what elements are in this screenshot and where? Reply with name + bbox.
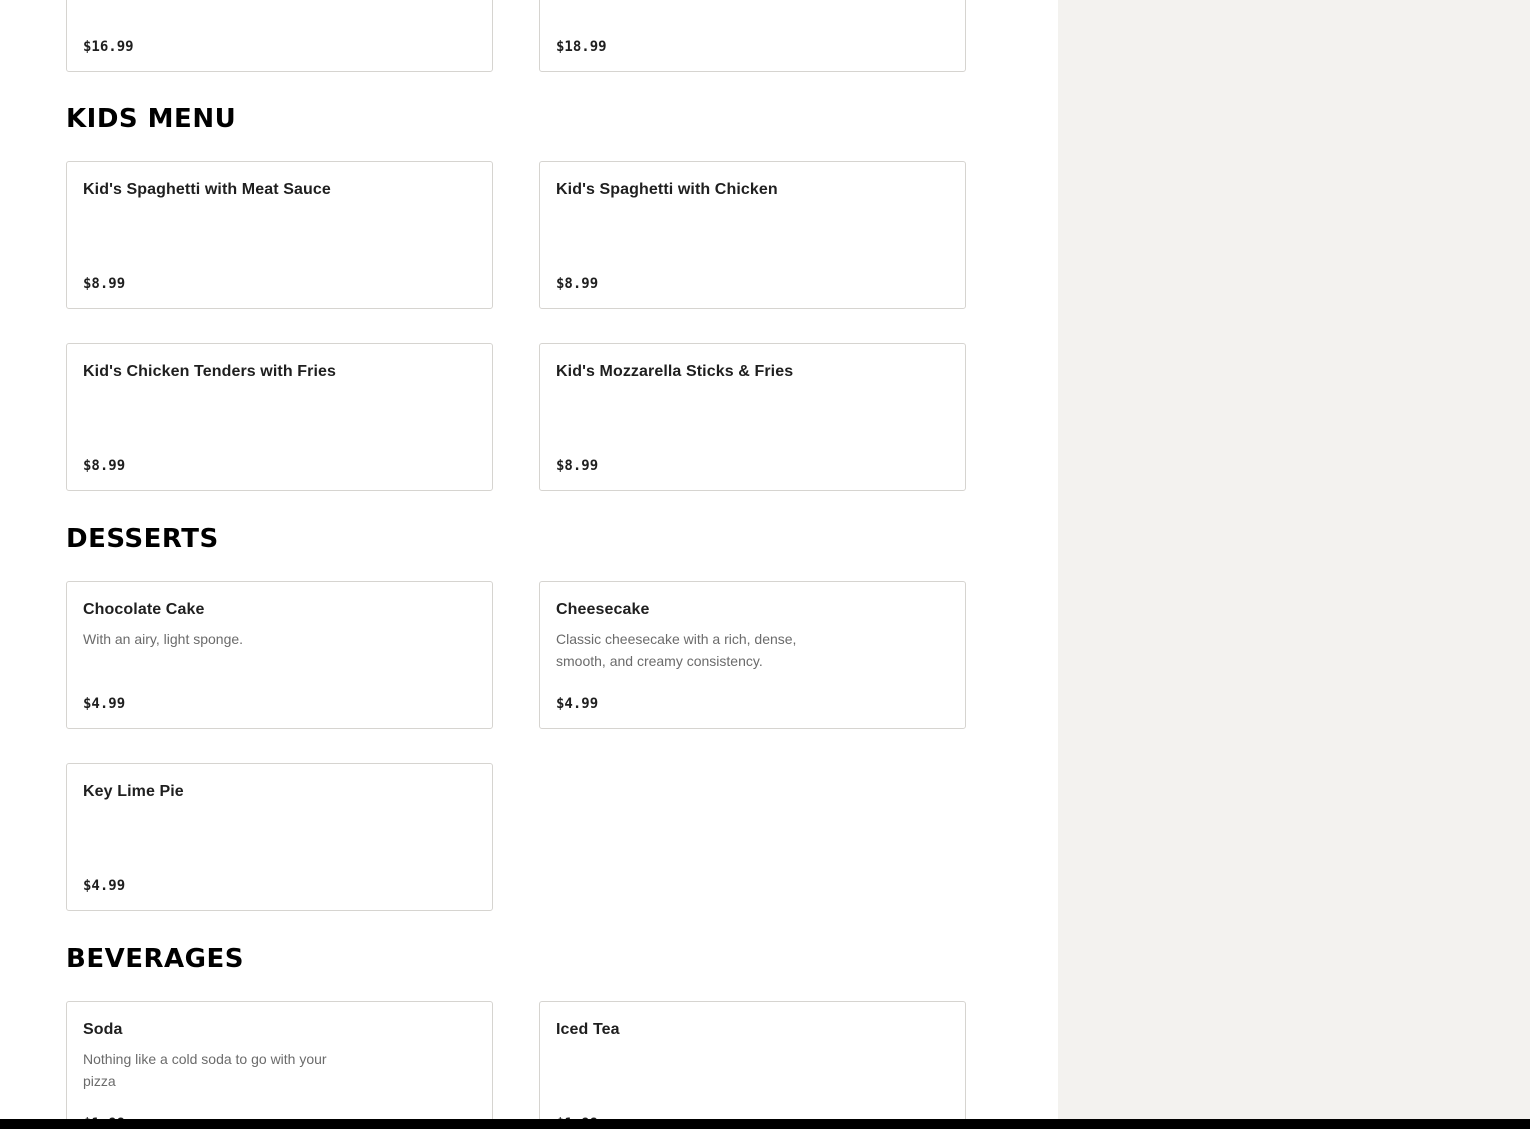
menu-item-card[interactable]: Kid's Spaghetti with Meat Sauce $8.99 — [66, 161, 493, 309]
menu-item-card[interactable]: $16.99 — [66, 0, 493, 72]
item-name: Soda — [83, 1021, 123, 1038]
item-name: Chocolate Cake — [83, 601, 205, 618]
item-price: $4.99 — [83, 878, 126, 894]
item-name: Kid's Spaghetti with Meat Sauce — [83, 181, 331, 198]
item-price: $4.99 — [556, 696, 599, 712]
item-price: $8.99 — [83, 458, 126, 474]
item-price: $18.99 — [556, 39, 607, 55]
menu-item-card[interactable]: $18.99 — [539, 0, 966, 72]
menu-item-card[interactable]: Kid's Mozzarella Sticks & Fries $8.99 — [539, 343, 966, 491]
menu-item-card[interactable]: Iced Tea $1.99 — [539, 1001, 966, 1129]
item-description: Nothing like a cold soda to go with your… — [83, 1051, 327, 1089]
menu-page: $16.99 $18.99 KIDS MENU Kid's Spaghetti … — [0, 0, 1530, 1129]
menu-item-card[interactable]: Soda Nothing like a cold soda to go with… — [66, 1001, 493, 1129]
item-price: $8.99 — [83, 276, 126, 292]
bottom-bar — [0, 1119, 1530, 1129]
section-title-desserts: DESSERTS — [66, 524, 219, 554]
menu-item-card[interactable]: Kid's Spaghetti with Chicken $8.99 — [539, 161, 966, 309]
item-price: $4.99 — [83, 696, 126, 712]
item-description: Classic cheesecake with a rich, dense, s… — [556, 631, 797, 669]
item-name: Kid's Mozzarella Sticks & Fries — [556, 363, 794, 380]
item-price: $8.99 — [556, 276, 599, 292]
menu-item-card[interactable]: Key Lime Pie $4.99 — [66, 763, 493, 911]
section-title-beverages: BEVERAGES — [66, 944, 244, 974]
item-description: With an airy, light sponge. — [83, 631, 244, 647]
item-name: Kid's Chicken Tenders with Fries — [83, 363, 336, 380]
item-name: Cheesecake — [556, 601, 650, 618]
item-name: Key Lime Pie — [83, 783, 184, 800]
menu-item-card[interactable]: Kid's Chicken Tenders with Fries $8.99 — [66, 343, 493, 491]
menu-item-card[interactable]: Chocolate Cake With an airy, light spong… — [66, 581, 493, 729]
section-title-kids-menu: KIDS MENU — [66, 104, 237, 134]
item-name: Kid's Spaghetti with Chicken — [556, 181, 778, 198]
item-name: Iced Tea — [556, 1021, 620, 1038]
order-side-panel — [1058, 0, 1530, 1129]
item-price: $16.99 — [83, 39, 134, 55]
item-price: $8.99 — [556, 458, 599, 474]
menu-item-card[interactable]: Cheesecake Classic cheesecake with a ric… — [539, 581, 966, 729]
